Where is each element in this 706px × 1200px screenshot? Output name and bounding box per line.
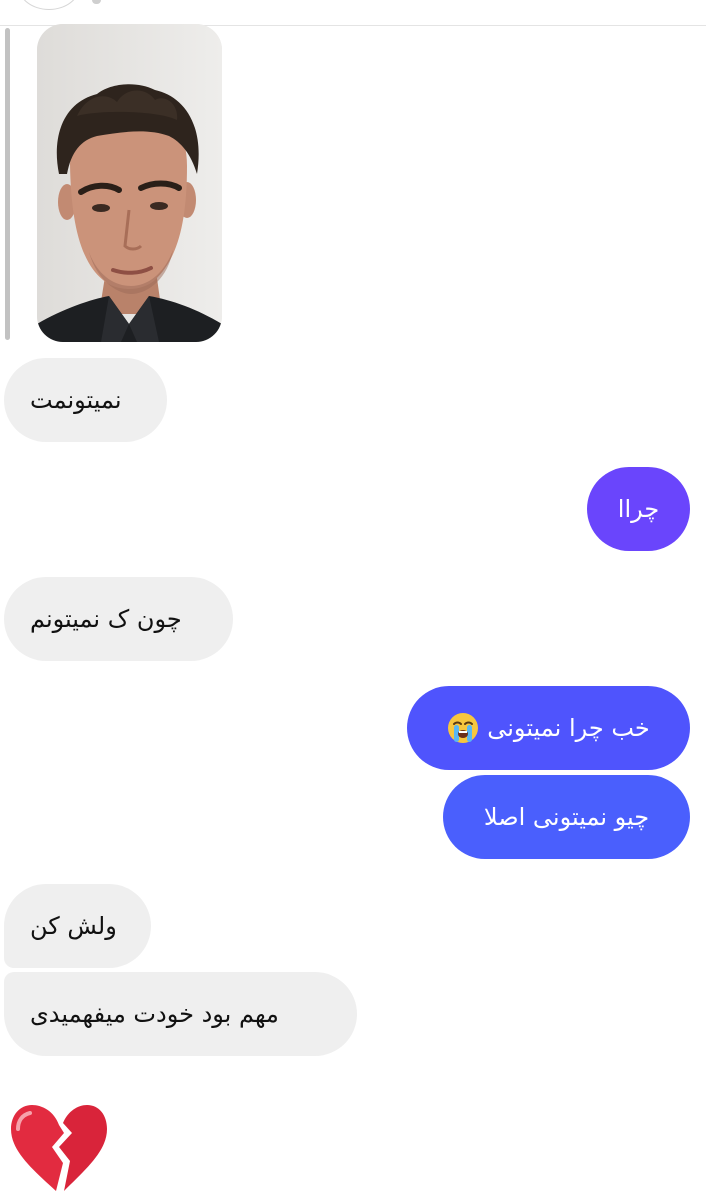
message-received[interactable]: چون ک نمیتونم	[4, 577, 233, 661]
message-received[interactable]: نمیتونمت	[4, 358, 167, 442]
message-text: چون ک نمیتونم	[30, 605, 182, 633]
header-name-fragment	[92, 0, 101, 4]
broken-heart-emoji[interactable]	[10, 1103, 108, 1193]
message-sent[interactable]: خب چرا نمیتونی	[407, 686, 690, 770]
message-text: مهم بود خودت میفهمیدی	[30, 1000, 279, 1028]
selfie-illustration	[37, 24, 222, 342]
chat-header	[0, 0, 706, 26]
contact-avatar[interactable]	[18, 0, 80, 10]
message-text: نمیتونمت	[30, 386, 122, 414]
message-sent[interactable]: چیو نمیتونی اصلا	[443, 775, 690, 859]
message-received[interactable]: مهم بود خودت میفهمیدی	[4, 972, 357, 1056]
shared-photo[interactable]	[37, 24, 222, 342]
message-text: چیو نمیتونی اصلا	[483, 803, 650, 831]
message-text: خب چرا نمیتونی	[487, 714, 650, 742]
loudly-crying-face-emoji	[448, 713, 479, 743]
reply-indicator-bar	[5, 28, 10, 340]
message-text: چراا	[617, 495, 660, 523]
message-text: ولش کن	[30, 912, 117, 940]
message-received[interactable]: ولش کن	[4, 884, 151, 968]
message-sent[interactable]: چراا	[587, 467, 690, 551]
